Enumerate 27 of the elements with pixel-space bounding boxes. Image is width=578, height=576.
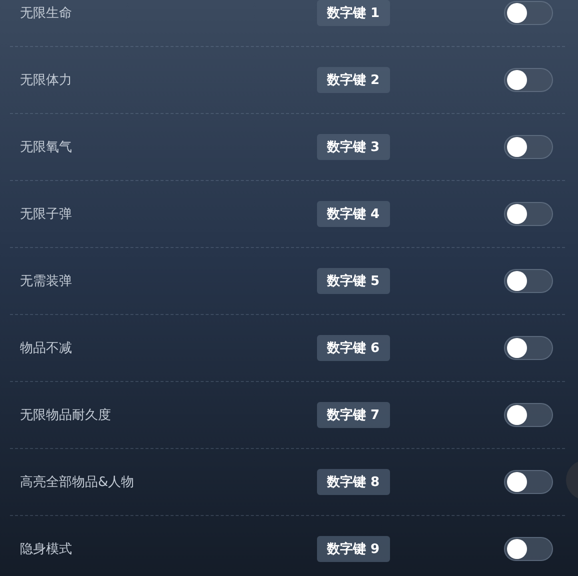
cheat-label: 无限体力 xyxy=(20,72,73,89)
hotkey-badge: 数字键 7 xyxy=(317,402,390,428)
hotkey-badge: 数字键 6 xyxy=(317,335,390,361)
cheat-label: 物品不减 xyxy=(20,340,73,357)
cheat-label: 无限子弹 xyxy=(20,206,73,223)
hotkey-badge: 数字键 1 xyxy=(317,0,390,26)
hotkey-badge: 数字键 2 xyxy=(317,67,390,93)
toggle-switch[interactable] xyxy=(504,202,553,226)
hotkey-badge: 数字键 8 xyxy=(317,469,390,495)
hotkey-badge: 数字键 3 xyxy=(317,134,390,160)
cheat-label: 隐身模式 xyxy=(20,541,73,558)
hotkey-badge: 数字键 5 xyxy=(317,268,390,294)
toggle-switch[interactable] xyxy=(504,336,553,360)
cheat-label: 无限生命 xyxy=(20,5,73,22)
toggle-switch[interactable] xyxy=(504,269,553,293)
cheat-label: 高亮全部物品&人物 xyxy=(20,474,136,491)
toggle-switch[interactable] xyxy=(504,470,553,494)
toggle-switch[interactable] xyxy=(504,68,553,92)
hotkey-badge: 数字键 9 xyxy=(317,536,390,562)
toggle-switch[interactable] xyxy=(504,135,553,159)
toggle-switch[interactable] xyxy=(504,1,553,25)
cheat-label: 无限物品耐久度 xyxy=(20,407,112,424)
cheat-label: 无需装弹 xyxy=(20,273,73,290)
toggle-switch[interactable] xyxy=(504,403,553,427)
hotkey-badge: 数字键 4 xyxy=(317,201,390,227)
cheat-label: 无限氧气 xyxy=(20,139,73,156)
toggle-switch[interactable] xyxy=(504,537,553,561)
